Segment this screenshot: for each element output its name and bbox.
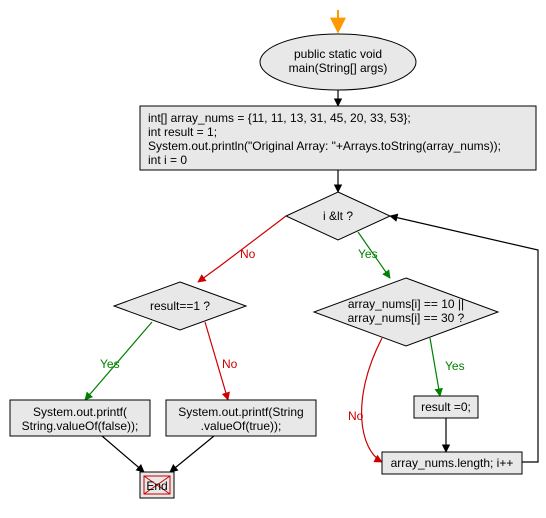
node-main-line1: public static void xyxy=(294,47,382,61)
node-end-text: End xyxy=(146,479,167,493)
node-check-elem-line1: array_nums[i] == 10 || xyxy=(348,297,464,311)
node-check-elem: array_nums[i] == 10 || array_nums[i] == … xyxy=(314,278,498,346)
edge-checkelem-no-label: No xyxy=(348,409,364,423)
edge-checkelem-yes xyxy=(430,338,440,396)
node-print-true-line1: System.out.printf(String xyxy=(178,405,303,419)
edge-resulteq1-yes-label: Yes xyxy=(100,357,120,371)
edge-ilt-yes-label: Yes xyxy=(358,247,378,261)
edge-checkelem-no xyxy=(362,338,382,462)
node-init-line1: int[] array_nums = {11, 11, 13, 31, 45, … xyxy=(148,111,411,125)
edge-resulteq1-no-label: No xyxy=(222,357,238,371)
node-i-lt: i &lt ? xyxy=(286,192,390,240)
node-end: End xyxy=(140,472,174,498)
edge-ilt-no-label: No xyxy=(240,247,256,261)
flowchart-canvas: public static void main(String[] args) i… xyxy=(0,0,546,518)
node-result-0: result =0; xyxy=(414,396,478,418)
node-init-line2: int result = 1; xyxy=(148,125,217,139)
node-main: public static void main(String[] args) xyxy=(260,34,416,90)
node-main-line2: main(String[] args) xyxy=(289,61,388,75)
node-print-false-line2: String.valueOf(false)); xyxy=(22,419,139,433)
node-init-line3: System.out.println("Original Array: "+Ar… xyxy=(148,139,501,153)
node-increment: array_nums.length; i++ xyxy=(382,452,522,474)
node-print-true: System.out.printf(String .valueOf(true))… xyxy=(166,400,316,436)
node-increment-text: array_nums.length; i++ xyxy=(391,456,514,470)
edge-checkelem-yes-label: Yes xyxy=(445,359,465,373)
node-result-eq1-text: result==1 ? xyxy=(150,299,210,313)
node-print-true-line2: .valueOf(true)); xyxy=(201,419,282,433)
node-i-lt-text: i &lt ? xyxy=(323,209,353,223)
node-print-false-line1: System.out.printf( xyxy=(33,405,127,419)
edge-printfalse-end xyxy=(102,436,144,472)
node-result-eq1: result==1 ? xyxy=(114,282,246,330)
edge-printtrue-end xyxy=(170,436,214,472)
node-check-elem-line2: array_nums[i] == 30 ? xyxy=(348,311,465,325)
node-print-false: System.out.printf( String.valueOf(false)… xyxy=(10,400,150,436)
node-init-line4: int i = 0 xyxy=(148,153,187,167)
node-init: int[] array_nums = {11, 11, 13, 31, 45, … xyxy=(140,106,536,170)
node-result-0-text: result =0; xyxy=(421,400,471,414)
